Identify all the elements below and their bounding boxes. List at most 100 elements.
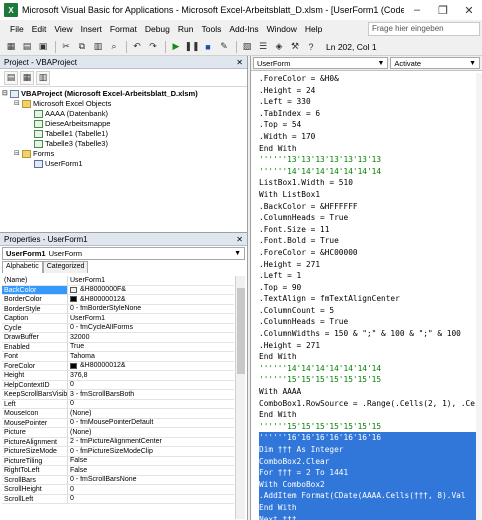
undo-icon[interactable]: ↶ [130, 40, 144, 54]
break-icon[interactable]: ❚❚ [184, 40, 199, 54]
code-line[interactable]: With ListBox1 [259, 189, 481, 201]
code-line[interactable]: .Height = 271 [259, 259, 481, 271]
property-value[interactable]: &H80000012& [68, 295, 234, 304]
property-value[interactable]: 0 - fmBorderStyleNone [68, 305, 234, 314]
property-value[interactable]: UserForm1 [68, 276, 234, 285]
property-row[interactable]: Height 376,8 [2, 371, 234, 381]
tree-item[interactable]: Tabelle3 (Tabelle3) [2, 139, 247, 149]
tab-alphabetic[interactable]: Alphabetic [2, 261, 43, 273]
menu-debug[interactable]: Debug [141, 24, 174, 34]
code-line[interactable]: Next ††† [259, 513, 481, 520]
property-value[interactable]: 2 - fmPictureAlignmentCenter [68, 438, 234, 447]
property-row[interactable]: RightToLeft False [2, 466, 234, 476]
code-line[interactable]: .Height = 271 [259, 340, 481, 352]
property-row[interactable]: Font Tahoma [2, 352, 234, 362]
close-icon[interactable]: ✕ [456, 4, 482, 17]
property-row[interactable]: ScrollBars 0 - fmScrollBarsNone [2, 475, 234, 485]
insert-icon[interactable]: ▤ [20, 40, 34, 54]
property-value[interactable]: UserForm1 [68, 314, 234, 323]
tree-item[interactable]: ⊟ Forms [2, 149, 247, 159]
property-row[interactable]: MouseIcon (None) [2, 409, 234, 419]
menu-format[interactable]: Format [106, 24, 141, 34]
property-value[interactable]: 376,8 [68, 371, 234, 380]
property-value[interactable]: 3 - fmScrollBarsBoth [68, 390, 234, 399]
code-line[interactable]: .Font.Bold = True [259, 235, 481, 247]
code-line[interactable]: .ForeColor = &HC00000 [259, 247, 481, 259]
property-value[interactable]: &H8000000F& [68, 286, 234, 295]
code-line[interactable]: With AAAA [259, 386, 481, 398]
code-line[interactable]: ''''''16'16'16'16'16'16'16 [259, 432, 481, 444]
code-line[interactable]: ''''''15'15'15'15'15'15'15 [259, 374, 481, 386]
property-row[interactable]: (Name) UserForm1 [2, 276, 234, 286]
code-line[interactable]: .AddItem Format(CDate(AAAA.Cells(†††, 8)… [259, 490, 481, 502]
view-excel-icon[interactable]: ▦ [4, 40, 18, 54]
property-value[interactable]: 0 - fmScrollBarsNone [68, 476, 234, 485]
property-row[interactable]: DrawBuffer 32000 [2, 333, 234, 343]
property-row[interactable]: KeepScrollBarsVisible 3 - fmScrollBarsBot… [2, 390, 234, 400]
property-row[interactable]: Cycle 0 - fmCycleAllForms [2, 323, 234, 333]
paste-icon[interactable]: ▥ [91, 40, 105, 54]
property-value[interactable]: 0 [68, 400, 234, 409]
project-explorer-icon[interactable]: ▧ [240, 40, 254, 54]
object-combo[interactable]: UserForm ▼ [253, 57, 389, 69]
save-icon[interactable]: ▣ [36, 40, 50, 54]
help-search-input[interactable]: Frage hier eingeben [368, 22, 480, 36]
tree-item[interactable]: AAAA (Datenbank) [2, 109, 247, 119]
property-row[interactable]: HelpContextID 0 [2, 380, 234, 390]
property-value[interactable]: (None) [68, 409, 234, 418]
property-value[interactable]: False [68, 457, 234, 466]
run-icon[interactable]: ▶ [169, 40, 183, 54]
cut-icon[interactable]: ✂ [59, 40, 73, 54]
tree-item[interactable]: ⊟ VBAProject (Microsoft Excel-Arbeitsblat… [2, 89, 247, 99]
toggle-folders-icon[interactable]: ▥ [36, 70, 50, 85]
tree-item[interactable]: DieseArbeitsmappe [2, 119, 247, 129]
toolbox-icon[interactable]: ⚒ [288, 40, 302, 54]
code-line[interactable]: .ColumnCount = 5 [259, 305, 481, 317]
property-value[interactable]: 0 [68, 485, 234, 494]
property-value[interactable]: 0 - fmPictureSizeModeClip [68, 447, 234, 456]
code-line[interactable]: .TabIndex = 6 [259, 108, 481, 120]
code-line[interactable]: ''''''14'14'14'14'14'14'14 [259, 166, 481, 178]
property-row[interactable]: Left 0 [2, 399, 234, 409]
property-row[interactable]: ScrollLeft 0 [2, 494, 234, 504]
property-row[interactable]: Caption UserForm1 [2, 314, 234, 324]
menu-file[interactable]: File [6, 24, 28, 34]
code-line[interactable]: .Height = 24 [259, 85, 481, 97]
menu-window[interactable]: Window [263, 24, 301, 34]
code-line[interactable]: ''''''13'13'13'13'13'13'13 [259, 154, 481, 166]
object-browser-icon[interactable]: ◈ [272, 40, 286, 54]
code-line[interactable]: .TextAlign = fmTextAlignCenter [259, 293, 481, 305]
code-line[interactable]: ListBox1.Width = 510 [259, 177, 481, 189]
code-line[interactable]: For ††† = 2 To 1441 [259, 467, 481, 479]
property-row[interactable]: PictureTiling False [2, 456, 234, 466]
code-line[interactable]: ComboBox2.Clear [259, 455, 481, 468]
property-value[interactable]: 0 - fmMousePointerDefault [68, 419, 234, 428]
menu-view[interactable]: View [50, 24, 76, 34]
tab-categorized[interactable]: Categorized [42, 261, 89, 273]
find-icon[interactable]: ⌕ [107, 40, 121, 54]
scrollbar-thumb[interactable] [237, 288, 245, 374]
expander-icon[interactable]: ⊟ [14, 99, 22, 109]
property-value[interactable]: True [68, 343, 234, 352]
code-line[interactable]: End With [259, 351, 481, 363]
property-row[interactable]: BorderColor &H80000012& [2, 295, 234, 305]
property-row[interactable]: PictureSizeMode 0 - fmPictureSizeModeClip [2, 447, 234, 457]
code-line[interactable]: .Top = 90 [259, 282, 481, 294]
tree-item[interactable]: UserForm1 [2, 159, 247, 169]
code-line[interactable]: .ColumnHeads = True [259, 212, 481, 224]
code-line[interactable]: ''''''15'15'15'15'15'15'15 [259, 421, 481, 433]
menu-add-ins[interactable]: Add-Ins [225, 24, 262, 34]
property-row[interactable]: ForeColor &H80000012& [2, 361, 234, 371]
tree-item[interactable]: Tabelle1 (Tabelle1) [2, 129, 247, 139]
code-line[interactable]: ''''''14'14'14'14'14'14'14 [259, 363, 481, 375]
property-value[interactable]: (None) [68, 428, 234, 437]
object-dropdown[interactable]: UserForm1 UserForm ▼ [2, 247, 245, 260]
menu-help[interactable]: Help [301, 24, 326, 34]
code-scrollbar[interactable] [476, 73, 482, 520]
property-value[interactable]: False [68, 466, 234, 475]
reset-icon[interactable]: ■ [201, 40, 215, 54]
code-line[interactable]: .Font.Size = 11 [259, 224, 481, 236]
properties-icon[interactable]: ☰ [256, 40, 270, 54]
property-value[interactable]: 0 [68, 495, 234, 504]
property-row[interactable]: BorderStyle 0 - fmBorderStyleNone [2, 304, 234, 314]
